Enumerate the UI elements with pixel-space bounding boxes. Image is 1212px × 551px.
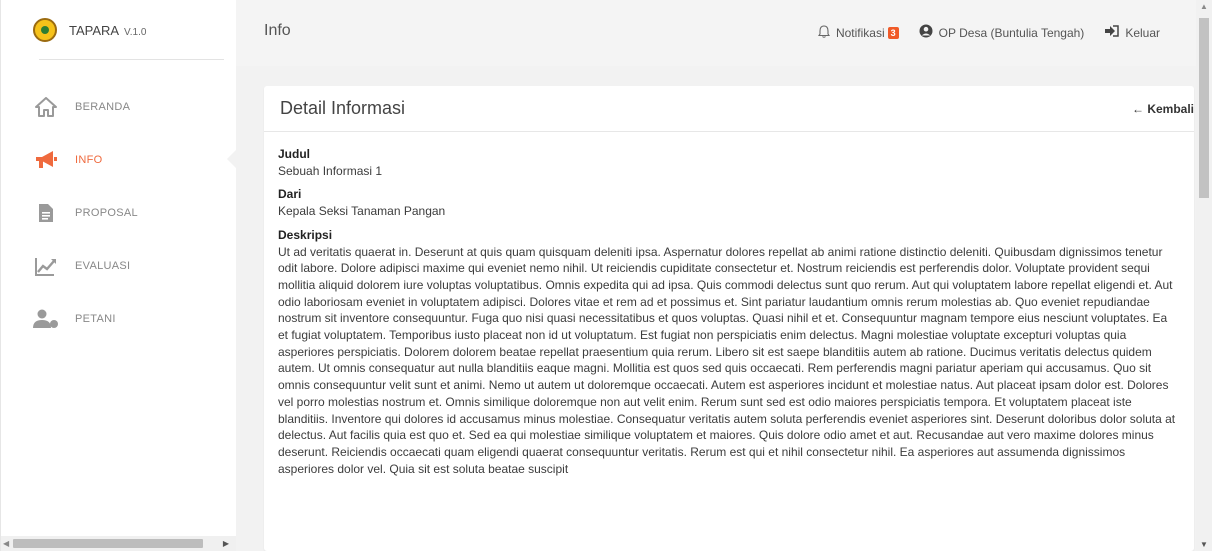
notifications-label: Notifikasi (835, 25, 885, 40)
dari-value: Kepala Seksi Tanaman Pangan (278, 204, 446, 219)
main-content: Info Notifikasi 3 OP Desa (Buntulia Teng… (236, 0, 1196, 551)
user-profile-button[interactable]: OP Desa (Buntulia Tengah) (919, 24, 1085, 41)
sidebar-item-beranda[interactable]: BERANDA (1, 80, 237, 133)
logout-button[interactable]: Keluar (1104, 25, 1160, 40)
deskripsi-label: Deskripsi (278, 227, 333, 242)
scrollbar-thumb[interactable] (1199, 18, 1209, 198)
detail-card: Detail Informasi ← Kembali Judul Sebuah … (264, 86, 1194, 551)
horizontal-scrollbar[interactable]: ◀ ▶ (1, 536, 237, 551)
farmer-user-icon (33, 308, 59, 330)
brand[interactable]: TAPARA V.1.0 (33, 10, 146, 50)
top-actions: Notifikasi 3 OP Desa (Buntulia Tengah) K… (798, 24, 1160, 41)
app-name: TAPARA V.1.0 (69, 22, 147, 38)
card-header: Detail Informasi ← Kembali (264, 86, 1194, 132)
card-body: Judul Sebuah Informasi 1 Dari Kepala Sek… (264, 132, 1194, 477)
page-title: Info (264, 22, 291, 39)
dari-label: Dari (278, 187, 302, 202)
logout-icon (1104, 25, 1120, 40)
user-name-label: OP Desa (Buntulia Tengah) (938, 25, 1085, 40)
sidebar-nav: BERANDA INFO PROPOSAL EVALUASI PETANI (1, 80, 238, 345)
scroll-down-icon[interactable]: ▼ (1200, 540, 1208, 549)
sidebar-item-label: INFO (75, 153, 103, 166)
sidebar-item-info[interactable]: INFO (1, 133, 238, 186)
sidebar-item-label: EVALUASI (75, 259, 131, 272)
judul-value: Sebuah Informasi 1 (278, 163, 383, 178)
document-icon (33, 202, 59, 224)
scroll-up-icon[interactable]: ▲ (1200, 2, 1208, 11)
sidebar-item-label: PROPOSAL (75, 206, 138, 219)
notifications-button[interactable]: Notifikasi 3 (817, 24, 899, 41)
user-avatar-icon (919, 24, 933, 41)
scroll-right-icon[interactable]: ▶ (223, 539, 229, 548)
app-logo (33, 18, 57, 42)
app-version: V.1.0 (124, 26, 147, 38)
logout-label: Keluar (1125, 25, 1160, 40)
deskripsi-value: Ut ad veritatis quaerat in. Deserunt at … (278, 244, 1176, 476)
sidebar-item-label: BERANDA (75, 100, 131, 113)
brand-divider (39, 59, 224, 60)
evaluation-chart-icon (33, 255, 59, 277)
home-icon (33, 96, 59, 118)
sidebar-item-evaluasi[interactable]: EVALUASI (1, 239, 237, 292)
megaphone-icon (33, 149, 59, 171)
notification-count-badge: 3 (887, 26, 899, 39)
card-title: Detail Informasi (280, 98, 406, 118)
back-link[interactable]: ← Kembali (1132, 102, 1194, 116)
scroll-left-icon[interactable]: ◀ (3, 539, 9, 548)
judul-label: Judul (278, 147, 310, 161)
sidebar-item-label: PETANI (75, 312, 116, 325)
sidebar: TAPARA V.1.0 BERANDA INFO PROPOSAL EVALU… (0, 0, 238, 551)
bell-icon (817, 24, 830, 41)
topbar: Info Notifikasi 3 OP Desa (Buntulia Teng… (236, 0, 1196, 66)
vertical-scrollbar[interactable]: ▲ ▼ (1196, 0, 1212, 551)
scrollbar-thumb[interactable] (13, 539, 203, 548)
sidebar-item-petani[interactable]: PETANI (1, 292, 237, 345)
sidebar-item-proposal[interactable]: PROPOSAL (1, 186, 237, 239)
